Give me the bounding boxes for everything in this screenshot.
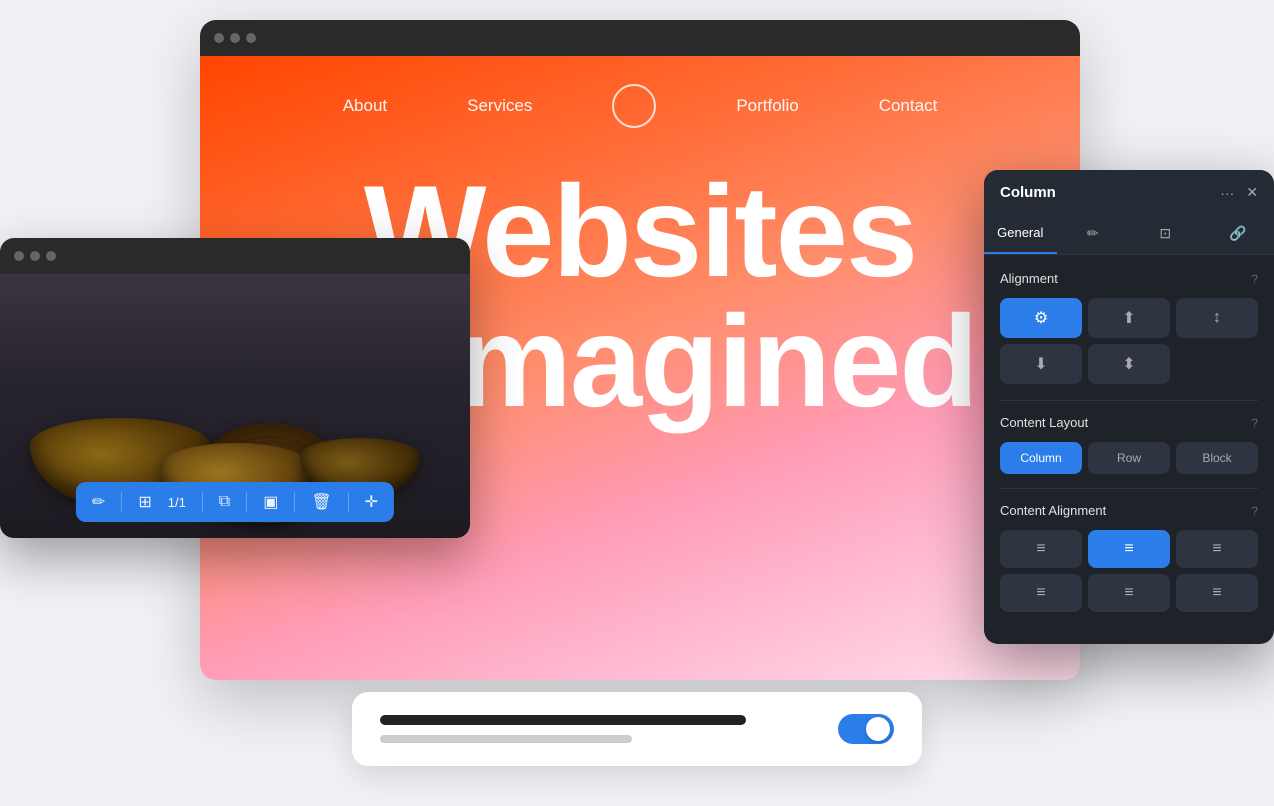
layout-block-btn[interactable]: Block	[1176, 442, 1258, 474]
image-browser-bar	[0, 238, 470, 274]
content-align-ml[interactable]: ≡	[1000, 574, 1082, 612]
nav-bar: About Services Portfolio Contact	[200, 56, 1080, 148]
alignment-grid: ⚙ ⬆ ↕ ⬇ ⬍	[1000, 298, 1258, 384]
toolbar-divider-1	[121, 492, 122, 512]
toggle-card	[352, 692, 922, 766]
nav-services[interactable]: Services	[467, 96, 532, 116]
copy-icon[interactable]: ⧉	[219, 493, 230, 511]
content-alignment-label: Content Alignment ?	[1000, 503, 1258, 518]
browser-dot-2	[230, 33, 240, 43]
content-layout-help-icon[interactable]: ?	[1251, 416, 1258, 430]
main-browser-bar	[200, 20, 1080, 56]
img-dot-2	[30, 251, 40, 261]
panel-body: Alignment ? ⚙ ⬆ ↕ ⬇ ⬍ Content Layout ? C…	[984, 255, 1274, 644]
image-inner: ✏ ⊞ 1/1 ⧉ ▣ 🗑 ✛	[0, 274, 470, 538]
align-btn-settings[interactable]: ⚙	[1000, 298, 1082, 338]
content-align-tc[interactable]: ≡	[1088, 530, 1170, 568]
toolbar-divider-4	[294, 492, 295, 512]
toggle-line1	[380, 715, 746, 725]
panel-tabs: General ✏ ⊡ 🔗	[984, 215, 1274, 255]
toolbar-divider-5	[348, 492, 349, 512]
content-alignment-grid: ≡ ≡ ≡ ≡ ≡ ≡	[1000, 530, 1258, 612]
nav-about[interactable]: About	[343, 96, 387, 116]
tab-style[interactable]: ✏	[1057, 215, 1130, 254]
align-btn-bottom[interactable]: ⬇	[1000, 344, 1082, 384]
link-icon: 🔗	[1229, 225, 1246, 241]
content-alignment-text: Content Alignment	[1000, 503, 1106, 518]
content-alignment-help-icon[interactable]: ?	[1251, 504, 1258, 518]
column-panel: Column ··· ✕ General ✏ ⊡ 🔗 Alignment ? ⚙…	[984, 170, 1274, 644]
image-card: ✏ ⊞ 1/1 ⧉ ▣ 🗑 ✛	[0, 238, 470, 538]
content-align-tr[interactable]: ≡	[1176, 530, 1258, 568]
alignment-help-icon[interactable]: ?	[1251, 272, 1258, 286]
content-layout-text: Content Layout	[1000, 415, 1088, 430]
editor-toolbar: ✏ ⊞ 1/1 ⧉ ▣ 🗑 ✛	[76, 482, 394, 522]
edit-icon[interactable]: ✏	[92, 492, 105, 512]
img-dot-3	[46, 251, 56, 261]
toggle-line2	[380, 735, 632, 743]
tab-general[interactable]: General	[984, 215, 1057, 254]
align-btn-top[interactable]: ⬆	[1088, 298, 1170, 338]
nav-logo	[612, 84, 656, 128]
move-icon[interactable]: ✛	[365, 492, 378, 512]
browser-dot-1	[214, 33, 224, 43]
content-align-mr[interactable]: ≡	[1176, 574, 1258, 612]
toggle-knob	[866, 717, 890, 741]
content-layout-label: Content Layout ?	[1000, 415, 1258, 430]
align-btn-stretch[interactable]: ⬍	[1088, 344, 1170, 384]
style-icon: ✏	[1087, 225, 1099, 241]
tab-layout[interactable]: ⊡	[1129, 215, 1202, 254]
layout-row-btn[interactable]: Row	[1088, 442, 1170, 474]
toggle-switch[interactable]	[838, 714, 894, 744]
tab-general-label: General	[997, 225, 1043, 240]
divider-1	[1000, 400, 1258, 401]
frame-icon[interactable]: ⊞	[138, 492, 151, 512]
align-btn-center-h[interactable]: ↕	[1176, 298, 1258, 338]
toolbar-divider-3	[246, 492, 247, 512]
content-layout-buttons: Column Row Block	[1000, 442, 1258, 474]
delete-icon[interactable]: 🗑	[311, 492, 331, 512]
toolbar-counter: 1/1	[168, 495, 186, 510]
tab-link[interactable]: 🔗	[1202, 215, 1274, 254]
alignment-text: Alignment	[1000, 271, 1058, 286]
nav-portfolio[interactable]: Portfolio	[736, 96, 798, 116]
panel-header: Column ··· ✕	[984, 170, 1274, 215]
toolbar-divider-2	[202, 492, 203, 512]
divider-2	[1000, 488, 1258, 489]
nav-contact[interactable]: Contact	[879, 96, 938, 116]
content-align-tl[interactable]: ≡	[1000, 530, 1082, 568]
panel-title: Column	[1000, 184, 1056, 201]
panel-more-icon[interactable]: ···	[1220, 185, 1234, 201]
layout-icon: ⊡	[1159, 225, 1171, 241]
toggle-text-area	[380, 715, 838, 743]
img-dot-1	[14, 251, 24, 261]
content-align-mc[interactable]: ≡	[1088, 574, 1170, 612]
layout-column-btn[interactable]: Column	[1000, 442, 1082, 474]
stamp-icon[interactable]: ▣	[263, 492, 278, 512]
panel-actions: ··· ✕	[1220, 184, 1258, 201]
browser-dot-3	[246, 33, 256, 43]
alignment-label: Alignment ?	[1000, 271, 1258, 286]
panel-close-icon[interactable]: ✕	[1246, 184, 1258, 201]
